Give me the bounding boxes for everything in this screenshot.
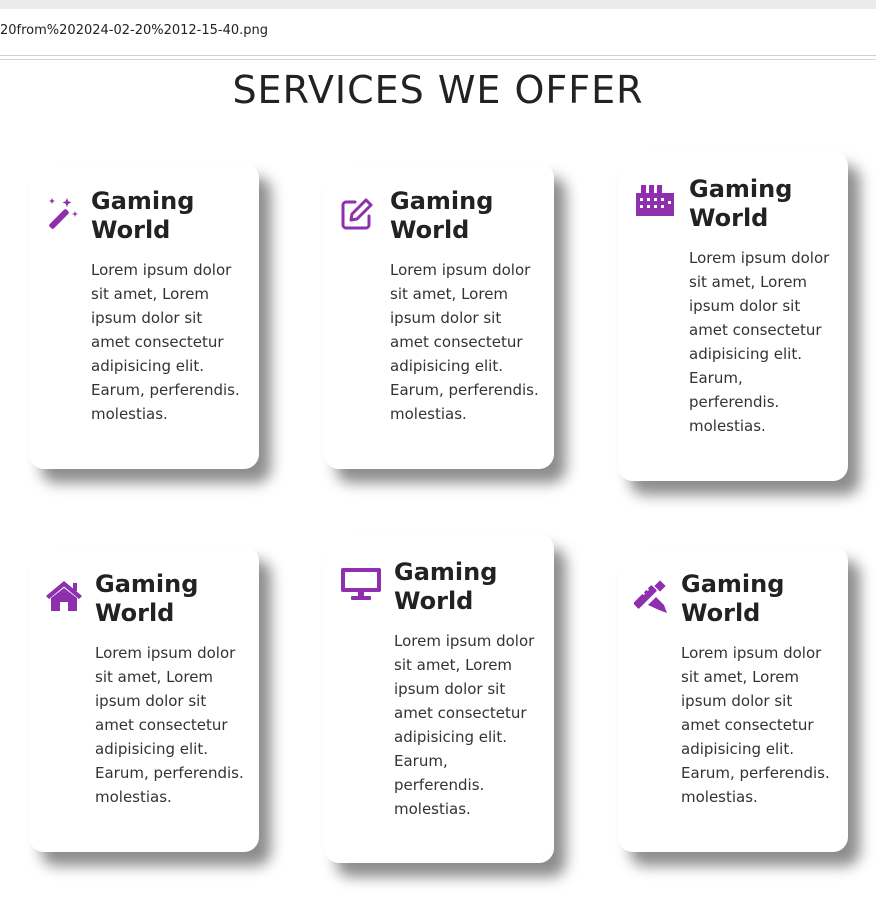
desc-line: sit amet, Lorem (95, 668, 214, 686)
divider (0, 59, 876, 60)
service-card: Gaming World Lorem ipsum dolor sit amet,… (618, 151, 848, 481)
desc-line: ipsum dolor sit (689, 297, 801, 315)
desc-line: Earum, perferendis. (681, 764, 830, 782)
desc-line: amet consectetur (390, 333, 523, 351)
card-title-line: Gaming (390, 187, 494, 215)
service-card: Gaming World Lorem ipsum dolor sit amet,… (324, 534, 554, 863)
card-title-line: World (681, 599, 761, 627)
desc-line: adipisicing elit. (394, 728, 507, 746)
city-icon (635, 183, 675, 217)
card-title-line: World (394, 587, 474, 615)
desc-line: Lorem ipsum dolor (95, 644, 236, 662)
desc-line: molestias. (681, 788, 758, 806)
card-description: Lorem ipsum dolor sit amet, Lorem ipsum … (681, 641, 843, 809)
desc-line: Earum, (689, 369, 743, 387)
desc-line: ipsum dolor sit (95, 692, 207, 710)
desc-line: amet consectetur (681, 716, 814, 734)
service-card: Gaming World Lorem ipsum dolor sit amet,… (29, 163, 259, 469)
desc-line: adipisicing elit. (681, 740, 794, 758)
card-title-line: World (689, 204, 769, 232)
magic-wand-icon (45, 197, 79, 231)
desc-line: molestias. (689, 417, 766, 435)
home-icon (45, 580, 83, 612)
desc-line: sit amet, Lorem (91, 285, 210, 303)
service-card: Gaming World Lorem ipsum dolor sit amet,… (29, 546, 259, 852)
desc-line: ipsum dolor sit (91, 309, 203, 327)
card-title-line: Gaming (681, 570, 785, 598)
card-description: Lorem ipsum dolor sit amet, Lorem ipsum … (390, 258, 552, 426)
card-title-line: Gaming (394, 558, 498, 586)
desc-line: molestias. (95, 788, 172, 806)
card-description: Lorem ipsum dolor sit amet, Lorem ipsum … (95, 641, 257, 809)
desc-line: sit amet, Lorem (681, 668, 800, 686)
desc-line: amet consectetur (689, 321, 822, 339)
desc-line: amet consectetur (91, 333, 224, 351)
desc-line: adipisicing elit. (95, 740, 208, 758)
desc-line: perferendis. (394, 776, 485, 794)
service-card: Gaming World Lorem ipsum dolor sit amet,… (618, 546, 848, 852)
desc-line: amet consectetur (394, 704, 527, 722)
page-title: SERVICES WE OFFER (232, 68, 644, 112)
desc-line: Lorem ipsum dolor (390, 261, 531, 279)
desc-line: Earum, perferendis. (390, 381, 539, 399)
desc-line: ipsum dolor sit (394, 680, 506, 698)
desc-line: amet consectetur (95, 716, 228, 734)
desc-line: molestias. (390, 405, 467, 423)
desc-line: Earum, perferendis. (95, 764, 244, 782)
desc-line: Lorem ipsum dolor (394, 632, 535, 650)
address-bar[interactable]: 20from%202024-02-20%2012-15-40.png (0, 9, 876, 56)
desc-line: Lorem ipsum dolor (681, 644, 822, 662)
desc-line: Lorem ipsum dolor (689, 249, 830, 267)
desc-line: molestias. (91, 405, 168, 423)
service-card: Gaming World Lorem ipsum dolor sit amet,… (324, 163, 554, 469)
design-tools-icon (634, 580, 668, 614)
desc-line: sit amet, Lorem (689, 273, 808, 291)
browser-top-strip (0, 0, 876, 9)
desc-line: molestias. (394, 800, 471, 818)
desc-line: ipsum dolor sit (390, 309, 502, 327)
card-description: Lorem ipsum dolor sit amet, Lorem ipsum … (394, 629, 556, 821)
card-title-line: World (390, 216, 470, 244)
monitor-icon (340, 567, 382, 601)
card-title-line: Gaming (91, 187, 195, 215)
desc-line: ipsum dolor sit (681, 692, 793, 710)
desc-line: Earum, (394, 752, 448, 770)
desc-line: Earum, perferendis. (91, 381, 240, 399)
desc-line: sit amet, Lorem (394, 656, 513, 674)
card-description: Lorem ipsum dolor sit amet, Lorem ipsum … (689, 246, 851, 438)
address-bar-url[interactable]: 20from%202024-02-20%2012-15-40.png (0, 23, 268, 38)
card-title-line: Gaming (689, 175, 793, 203)
card-title-line: World (95, 599, 175, 627)
card-description: Lorem ipsum dolor sit amet, Lorem ipsum … (91, 258, 253, 426)
desc-line: Lorem ipsum dolor (91, 261, 232, 279)
card-title-line: World (91, 216, 171, 244)
desc-line: adipisicing elit. (689, 345, 802, 363)
desc-line: perferendis. (689, 393, 780, 411)
desc-line: adipisicing elit. (91, 357, 204, 375)
desc-line: sit amet, Lorem (390, 285, 509, 303)
card-title-line: Gaming (95, 570, 199, 598)
desc-line: adipisicing elit. (390, 357, 503, 375)
edit-icon (340, 197, 374, 231)
